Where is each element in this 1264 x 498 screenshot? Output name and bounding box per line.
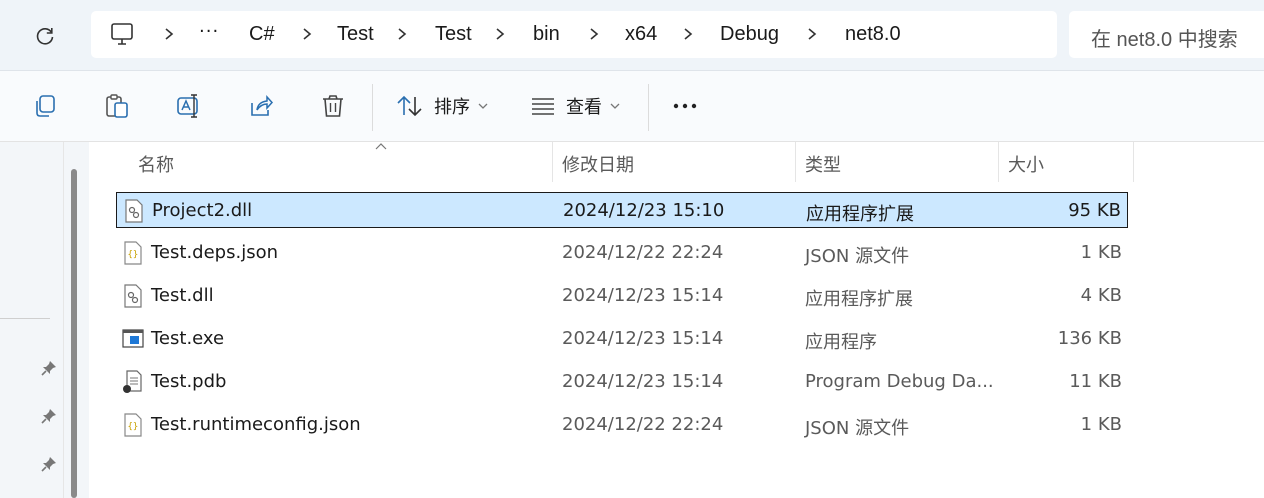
nav-edge <box>63 142 64 498</box>
breadcrumb-test[interactable]: Test <box>337 23 374 46</box>
nav-divider <box>0 318 50 319</box>
share-icon[interactable] <box>248 93 274 119</box>
breadcrumb-test-project[interactable]: Test <box>435 23 472 46</box>
json-icon: {} <box>124 241 142 265</box>
file-type: Program Debug Da... <box>805 371 994 392</box>
address-bar: ··· C# Test Test bin x64 Debug net8.0 在 … <box>0 0 1264 71</box>
chevron-right-icon[interactable] <box>683 27 693 41</box>
sort-button[interactable]: 排序 <box>396 88 488 124</box>
column-label-size: 大小 <box>1008 155 1044 176</box>
file-size: 11 KB <box>1069 371 1122 392</box>
this-pc-icon[interactable] <box>110 22 136 46</box>
file-name: Test.dll <box>151 285 214 306</box>
breadcrumb-csharp[interactable]: C# <box>249 23 275 46</box>
chevron-right-icon[interactable] <box>495 27 505 41</box>
file-name: Test.runtimeconfig.json <box>151 414 361 435</box>
delete-icon[interactable] <box>320 93 346 119</box>
file-size: 136 KB <box>1057 328 1122 349</box>
chevron-down-icon <box>478 103 488 109</box>
toolbar-separator <box>372 84 373 131</box>
chevron-down-icon <box>610 103 620 109</box>
view-button[interactable]: 查看 <box>530 88 620 124</box>
refresh-icon <box>36 28 54 45</box>
column-header-date[interactable]: 修改日期 <box>553 142 796 182</box>
sort-icon <box>397 95 422 117</box>
column-header-size[interactable]: 大小 <box>999 142 1134 182</box>
copy-icon[interactable] <box>32 93 58 119</box>
chevron-right-icon[interactable] <box>164 27 174 41</box>
toolbar-separator <box>648 84 649 131</box>
column-header-type[interactable]: 类型 <box>796 142 999 182</box>
file-type: JSON 源文件 <box>805 246 910 267</box>
file-date: 2024/12/23 15:10 <box>563 200 725 221</box>
file-size: 95 KB <box>1068 200 1121 221</box>
table-row[interactable]: Test.pdb 2024/12/23 15:14 Program Debug … <box>116 364 1128 400</box>
file-list: 名称 修改日期 类型 大小 Project2.dll 2024/12/23 15… <box>89 142 1264 498</box>
nav-scrollbar[interactable] <box>71 169 77 498</box>
column-label-name: 名称 <box>138 155 174 176</box>
file-date: 2024/12/22 22:24 <box>562 414 724 435</box>
file-name: Test.pdb <box>151 371 227 392</box>
table-row[interactable]: Test.exe 2024/12/23 15:14 应用程序 136 KB <box>116 321 1128 357</box>
dll-icon <box>125 199 143 223</box>
chevron-right-icon[interactable] <box>807 27 817 41</box>
refresh-button[interactable] <box>26 18 64 54</box>
file-name: Project2.dll <box>152 200 253 221</box>
command-bar: 排序 查看 <box>0 71 1264 142</box>
breadcrumb-net8[interactable]: net8.0 <box>845 23 901 46</box>
svg-text:{}: {} <box>128 250 139 260</box>
file-date: 2024/12/23 15:14 <box>562 371 724 392</box>
chevron-right-icon[interactable] <box>397 27 407 41</box>
table-row[interactable]: {} Test.runtimeconfig.json 2024/12/22 22… <box>116 407 1128 443</box>
table-row[interactable]: Test.dll 2024/12/23 15:14 应用程序扩展 4 KB <box>116 278 1128 314</box>
svg-text:{}: {} <box>128 422 139 432</box>
table-row[interactable]: Project2.dll 2024/12/23 15:10 应用程序扩展 95 … <box>116 192 1128 228</box>
search-input[interactable]: 在 net8.0 中搜索 <box>1069 11 1264 58</box>
pin-icon[interactable] <box>40 407 58 425</box>
file-date: 2024/12/23 15:14 <box>562 285 724 306</box>
pdb-icon <box>123 370 142 393</box>
breadcrumb[interactable]: ··· C# Test Test bin x64 Debug net8.0 <box>91 11 1057 58</box>
pin-icon[interactable] <box>40 359 58 377</box>
file-type: 应用程序扩展 <box>806 204 914 225</box>
view-icon <box>532 98 554 115</box>
breadcrumb-x64[interactable]: x64 <box>625 23 657 46</box>
dll-icon <box>124 284 142 308</box>
breadcrumb-overflow[interactable]: ··· <box>199 21 219 42</box>
sort-ascending-icon <box>375 143 387 150</box>
file-type: 应用程序 <box>805 332 877 353</box>
chevron-right-icon[interactable] <box>589 27 599 41</box>
column-label-type: 类型 <box>805 155 841 176</box>
paste-icon[interactable] <box>104 93 130 119</box>
rename-icon[interactable] <box>176 93 202 119</box>
exe-icon <box>122 329 144 348</box>
more-icon[interactable] <box>672 93 698 119</box>
file-size: 1 KB <box>1080 414 1122 435</box>
column-label-date: 修改日期 <box>562 155 634 176</box>
file-name: Test.deps.json <box>151 242 278 263</box>
pin-icon[interactable] <box>40 455 58 473</box>
sort-label: 排序 <box>434 97 470 118</box>
view-label: 查看 <box>566 97 602 118</box>
breadcrumb-debug[interactable]: Debug <box>720 23 779 46</box>
file-date: 2024/12/22 22:24 <box>562 242 724 263</box>
chevron-right-icon[interactable] <box>302 27 312 41</box>
breadcrumb-bin[interactable]: bin <box>533 23 560 46</box>
file-size: 4 KB <box>1080 285 1122 306</box>
file-type: JSON 源文件 <box>805 418 910 439</box>
navigation-pane <box>0 142 89 498</box>
json-icon: {} <box>124 413 142 437</box>
file-date: 2024/12/23 15:14 <box>562 328 724 349</box>
file-name: Test.exe <box>151 328 225 349</box>
file-size: 1 KB <box>1080 242 1122 263</box>
column-header-name[interactable]: 名称 <box>129 142 553 182</box>
search-placeholder: 在 net8.0 中搜索 <box>1091 29 1238 51</box>
file-type: 应用程序扩展 <box>805 289 913 310</box>
table-row[interactable]: {} Test.deps.json 2024/12/22 22:24 JSON … <box>116 235 1128 271</box>
